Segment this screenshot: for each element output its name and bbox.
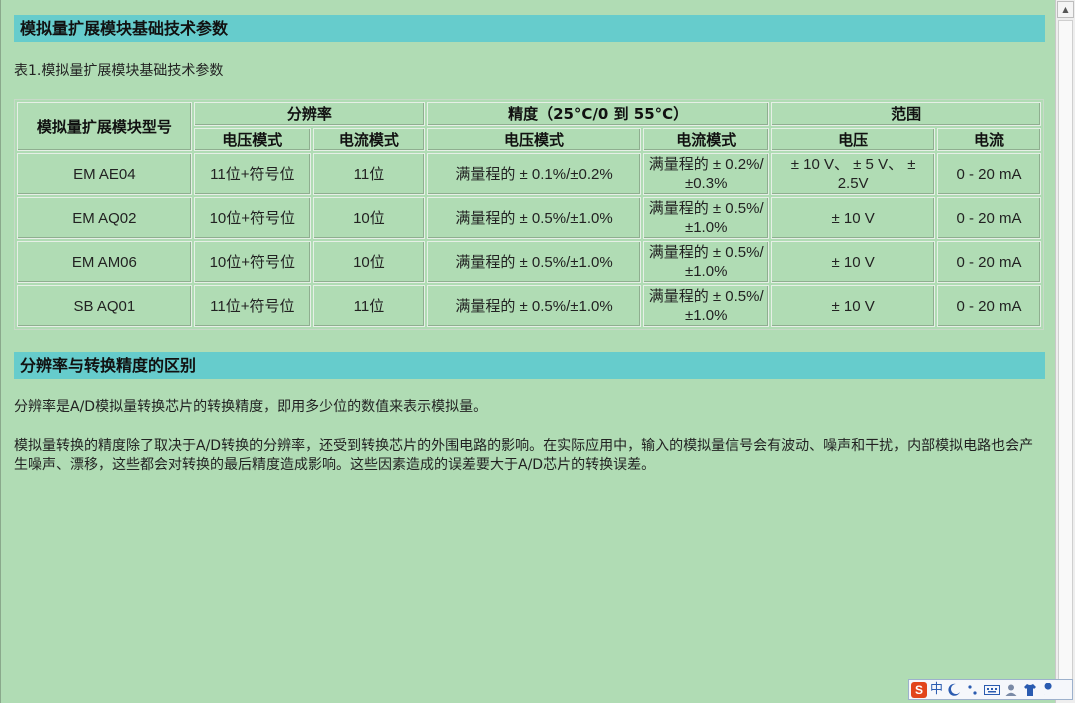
shirt-icon[interactable] (1022, 682, 1038, 698)
vertical-scrollbar[interactable]: ▲ (1055, 0, 1075, 703)
user-icon[interactable] (1003, 682, 1019, 698)
cell-acc-voltage: 满量程的 ± 0.5%/±1.0% (426, 197, 642, 239)
cell-range-voltage: ± 10 V (771, 285, 935, 327)
header-res-voltage-mode: 电压模式 (193, 128, 311, 151)
section-title-params: 模拟量扩展模块基础技术参数 (14, 15, 1045, 42)
ime-toolbar[interactable]: S 中 (908, 679, 1073, 700)
wrench-icon[interactable] (1041, 682, 1057, 698)
cell-model: EM AQ02 (17, 197, 192, 239)
header-range-voltage: 电压 (771, 128, 935, 151)
paragraph-accuracy: 模拟量转换的精度除了取决于A/D转换的分辨率，还受到转换芯片的外围电路的影响。在… (14, 438, 1034, 473)
header-resolution: 分辨率 (193, 102, 425, 126)
scroll-thumb[interactable] (1058, 20, 1073, 680)
cell-acc-voltage: 满量程的 ± 0.5%/±1.0% (426, 241, 642, 283)
cell-res-voltage: 11位+符号位 (193, 285, 311, 327)
cell-res-voltage: 11位+符号位 (193, 153, 311, 195)
moon-icon[interactable] (946, 682, 962, 698)
params-table: 模拟量扩展模块型号 分辨率 精度（25°C/0 到 55°C） 范围 电压模式 … (14, 99, 1044, 330)
header-res-current-mode: 电流模式 (312, 128, 425, 151)
cell-range-voltage: ± 10 V、 ± 5 V、 ± 2.5V (771, 153, 935, 195)
page-content: 模拟量扩展模块基础技术参数 表1.模拟量扩展模块基础技术参数 模拟量扩展模块型号… (0, 0, 1055, 703)
header-range: 范围 (771, 102, 1041, 126)
cell-range-current: 0 - 20 mA (936, 285, 1041, 327)
cell-model: SB AQ01 (17, 285, 192, 327)
header-accuracy: 精度（25°C/0 到 55°C） (426, 102, 770, 126)
cell-res-current: 10位 (312, 241, 425, 283)
cell-res-voltage: 10位+符号位 (193, 197, 311, 239)
header-acc-current-mode: 电流模式 (643, 128, 770, 151)
header-acc-voltage-mode: 电压模式 (426, 128, 642, 151)
table-row: EM AM06 10位+符号位 10位 满量程的 ± 0.5%/±1.0% 满量… (17, 241, 1041, 283)
cell-range-voltage: ± 10 V (771, 241, 935, 283)
table-row: EM AE04 11位+符号位 11位 满量程的 ± 0.1%/±0.2% 满量… (17, 153, 1041, 195)
cell-range-current: 0 - 20 mA (936, 153, 1041, 195)
sogou-logo-icon[interactable]: S (911, 681, 927, 698)
cell-res-current: 11位 (312, 285, 425, 327)
cell-acc-voltage: 满量程的 ± 0.5%/±1.0% (426, 285, 642, 327)
cell-acc-current: 满量程的 ± 0.5%/±1.0% (643, 285, 770, 327)
paragraph-resolution: 分辨率是A/D模拟量转换芯片的转换精度，即用多少位的数值来表示模拟量。 (14, 399, 488, 415)
cell-range-current: 0 - 20 mA (936, 197, 1041, 239)
punctuation-icon[interactable] (965, 682, 981, 698)
cell-res-current: 10位 (312, 197, 425, 239)
cell-model: EM AE04 (17, 153, 192, 195)
header-model: 模拟量扩展模块型号 (17, 102, 192, 151)
cell-acc-current: 满量程的 ± 0.2%/±0.3% (643, 153, 770, 195)
cell-acc-current: 满量程的 ± 0.5%/±1.0% (643, 197, 770, 239)
cell-model: EM AM06 (17, 241, 192, 283)
table-row: SB AQ01 11位+符号位 11位 满量程的 ± 0.5%/±1.0% 满量… (17, 285, 1041, 327)
cell-acc-voltage: 满量程的 ± 0.1%/±0.2% (426, 153, 642, 195)
cell-range-voltage: ± 10 V (771, 197, 935, 239)
cell-range-current: 0 - 20 mA (936, 241, 1041, 283)
cell-res-current: 11位 (312, 153, 425, 195)
scroll-up-arrow-icon[interactable]: ▲ (1057, 1, 1074, 18)
table-row: EM AQ02 10位+符号位 10位 满量程的 ± 0.5%/±1.0% 满量… (17, 197, 1041, 239)
section-title-resolution-vs-accuracy: 分辨率与转换精度的区别 (14, 352, 1045, 379)
table-caption: 表1.模拟量扩展模块基础技术参数 (14, 63, 224, 79)
header-range-current: 电流 (936, 128, 1041, 151)
keyboard-icon[interactable] (984, 682, 1001, 698)
cell-res-voltage: 10位+符号位 (193, 241, 311, 283)
cell-acc-current: 满量程的 ± 0.5%/±1.0% (643, 241, 770, 283)
ime-mode-toggle[interactable]: 中 (930, 681, 943, 699)
